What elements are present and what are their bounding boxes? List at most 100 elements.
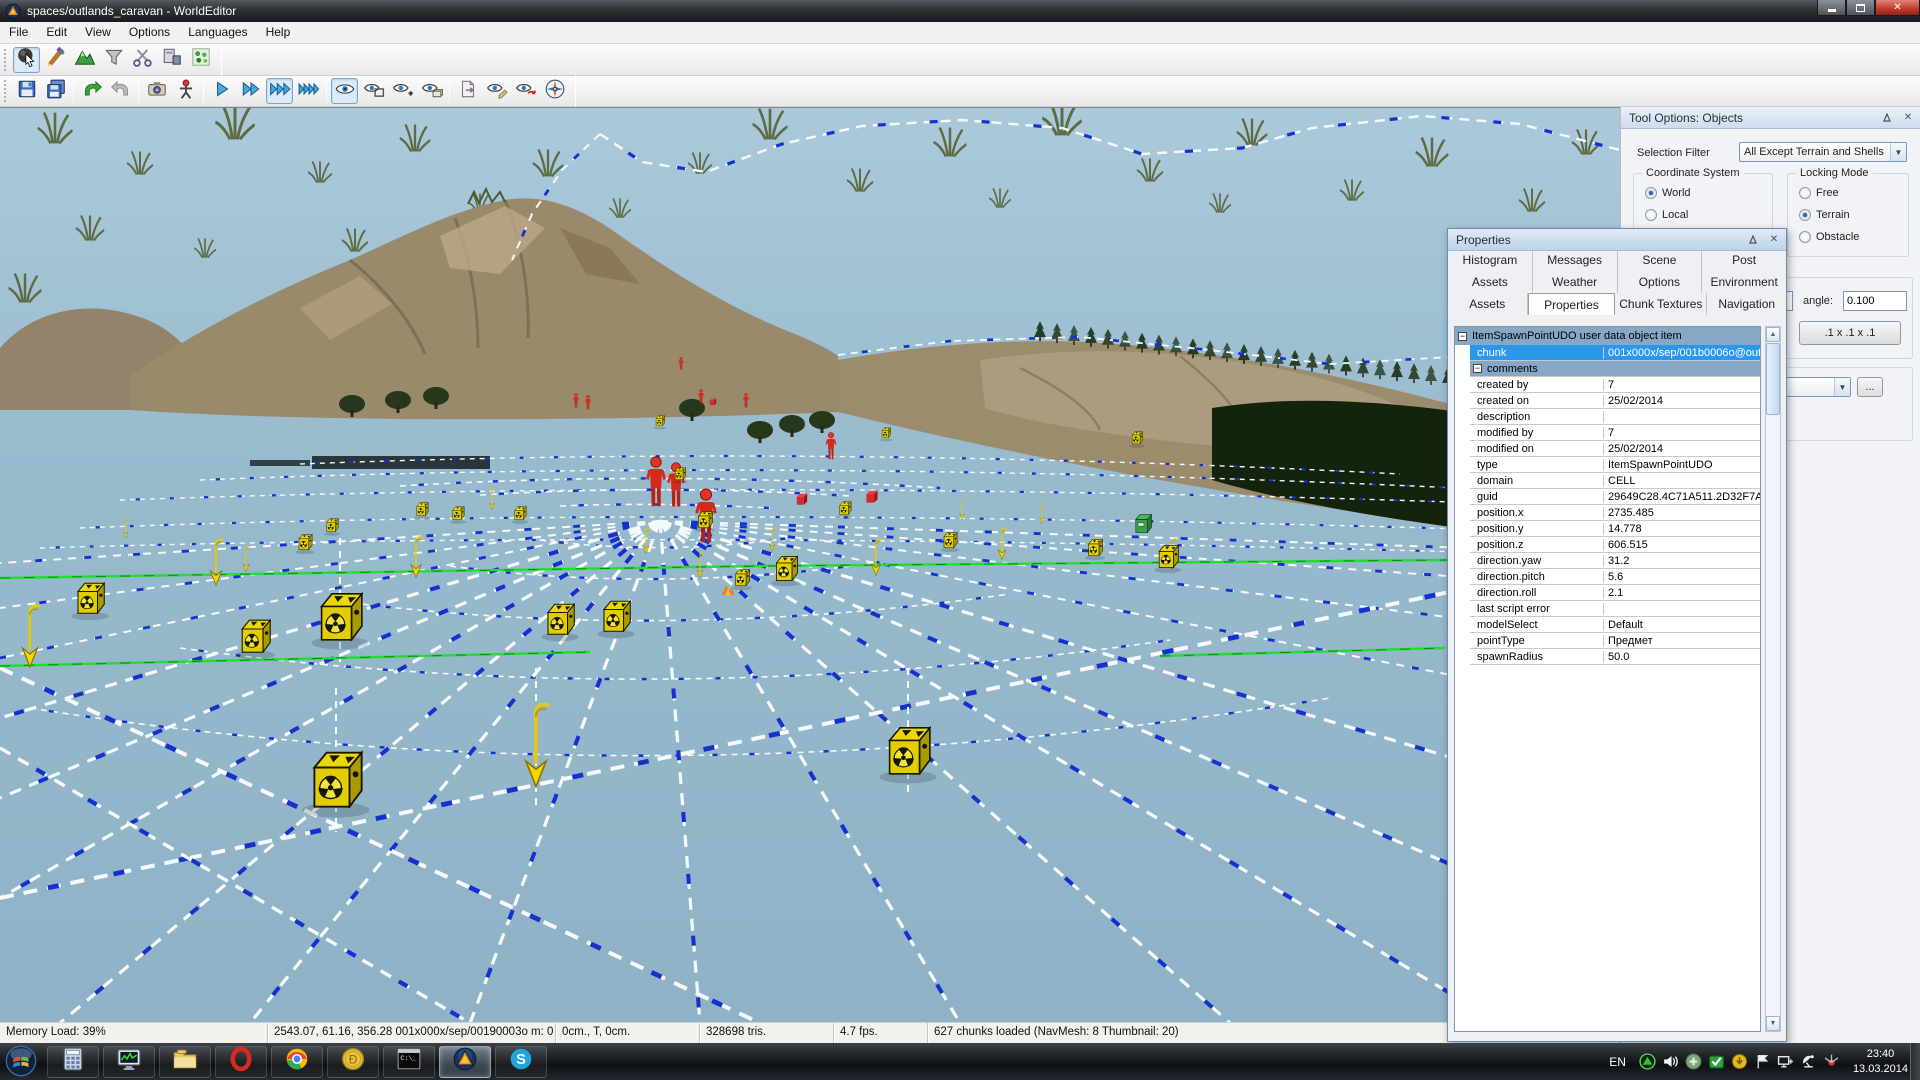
show-refresh-button[interactable] [512,78,539,104]
taskbar-app-chrome[interactable] [271,1046,323,1078]
radio-terrain[interactable]: Terrain [1799,209,1850,221]
tab-options[interactable]: Options [1618,271,1703,293]
close-icon[interactable]: ✕ [1899,110,1917,126]
row-spawnRadius[interactable]: spawnRadius50.0 [1455,649,1760,665]
row-description[interactable]: description [1455,409,1760,425]
minimize-button[interactable] [1817,0,1846,16]
row-position-y[interactable]: position.y14.778 [1455,521,1760,537]
export-page-button[interactable] [454,78,481,104]
tab-environment[interactable]: Environment [1702,271,1786,293]
property-value[interactable]: 7 [1604,379,1760,391]
row-modified-on[interactable]: modified on25/02/2014 [1455,441,1760,457]
show-objects-button[interactable] [331,78,358,104]
row-modelSelect[interactable]: modelSelectDefault [1455,617,1760,633]
tab-chunk-textures[interactable]: Chunk Textures [1615,293,1707,315]
brush-tool-button[interactable] [42,47,69,73]
chevron-down-icon[interactable]: ▼ [1834,378,1850,396]
property-value[interactable]: 29649C28.4C71A511.2D32F7A3 [1604,491,1761,503]
terrain-raise-tool-button[interactable] [71,47,98,73]
show-frames-button[interactable] [360,78,387,104]
tab-properties[interactable]: Properties [1528,293,1616,315]
property-value[interactable]: 2735.485 [1604,507,1760,519]
download-icon[interactable] [1730,1052,1749,1071]
menu-file[interactable]: File [0,22,37,43]
compass-button[interactable] [541,78,568,104]
scale-preset-button[interactable]: .1 x .1 x .1 [1799,321,1901,345]
satellite-icon[interactable] [1799,1052,1818,1071]
save-button[interactable] [13,78,40,104]
selection-filter-combo[interactable]: All Except Terrain and Shells ▼ [1739,142,1907,162]
vpn-icon[interactable] [1638,1052,1657,1071]
maximize-button[interactable] [1846,0,1875,16]
tab-scene[interactable]: Scene [1618,249,1703,271]
taskbar-app-skype[interactable]: S [495,1046,547,1078]
tab-navigation[interactable]: Navigation [1707,293,1786,315]
tab-assets[interactable]: Assets [1448,271,1533,293]
tab-assets[interactable]: Assets [1448,293,1528,315]
radio-free[interactable]: Free [1799,187,1839,199]
taskbar-app-coin[interactable]: Đ [327,1046,379,1078]
row-guid[interactable]: guid29649C28.4C71A511.2D32F7A3 [1455,489,1760,505]
row-modified-by[interactable]: modified by7 [1455,425,1760,441]
play-fastest-button[interactable] [295,78,322,104]
filter-tool-button[interactable] [100,47,127,73]
redo-button[interactable] [107,78,134,104]
collapse-icon[interactable]: − [1473,364,1482,373]
property-value[interactable]: CELL [1604,475,1760,487]
property-value[interactable]: 606.515 [1604,539,1760,551]
row-created-on[interactable]: created on25/02/2014 [1455,393,1760,409]
row-direction-pitch[interactable]: direction.pitch5.6 [1455,569,1760,585]
browse-button[interactable]: ... [1857,377,1883,397]
pin-icon[interactable] [1744,232,1762,248]
tab-histogram[interactable]: Histogram [1448,249,1533,271]
update-icon[interactable] [1684,1052,1703,1071]
property-value[interactable]: Предмет [1604,635,1760,647]
tab-post[interactable]: Post [1702,249,1786,271]
close-button[interactable]: ✕ [1875,0,1920,16]
taskbar-app-terminal[interactable]: C:\_ [383,1046,435,1078]
row-comments[interactable]: −comments [1455,361,1760,377]
play-slow-button[interactable] [208,78,235,104]
play-fast-button[interactable] [266,78,293,104]
properties-titlebar[interactable]: Properties ✕ [1448,229,1786,251]
property-value[interactable]: 25/02/2014 [1604,443,1760,455]
tab-messages[interactable]: Messages [1533,249,1618,271]
property-value[interactable]: Default [1604,619,1760,631]
property-value[interactable]: 25/02/2014 [1604,395,1760,407]
usb-icon[interactable] [1822,1052,1841,1071]
antivirus-icon[interactable] [1707,1052,1726,1071]
row-pointType[interactable]: pointTypeПредмет [1455,633,1760,649]
row-type[interactable]: typeItemSpawnPointUDO [1455,457,1760,473]
property-value[interactable]: 14.778 [1604,523,1760,535]
toolbar-grip[interactable] [3,49,8,71]
menu-view[interactable]: View [76,22,120,43]
properties-scrollbar[interactable]: ▲ ▼ [1765,326,1781,1032]
property-value[interactable]: 001x000x/sep/001b0006o@outl [1604,347,1761,359]
texture-tool-button[interactable] [158,47,185,73]
taskbar-app-task-manager[interactable] [103,1046,155,1078]
close-icon[interactable]: ✕ [1765,232,1783,248]
property-value[interactable]: 7 [1604,427,1760,439]
flag-icon[interactable] [1753,1052,1772,1071]
property-value[interactable]: 50.0 [1604,651,1760,663]
cut-tool-button[interactable] [129,47,156,73]
show-desktop-button[interactable] [1910,1043,1920,1080]
radio-obstacle[interactable]: Obstacle [1799,231,1859,243]
property-value[interactable]: 31.2 [1604,555,1760,567]
network-icon[interactable] [1776,1052,1795,1071]
taskbar-clock[interactable]: 23:40 13.03.2014 [1853,1047,1908,1077]
radio-world[interactable]: World [1645,187,1691,199]
show-edit-button[interactable] [483,78,510,104]
volume-icon[interactable] [1661,1052,1680,1071]
taskbar-app-opera[interactable] [215,1046,267,1078]
tool-options-header[interactable]: Tool Options: Objects ✕ [1621,107,1920,129]
row-position-x[interactable]: position.x2735.485 [1455,505,1760,521]
row-chunk[interactable]: chunk001x000x/sep/001b0006o@outl [1455,345,1760,361]
language-indicator[interactable]: EN [1609,1055,1626,1069]
actor-button[interactable] [172,78,199,104]
pin-icon[interactable] [1878,110,1896,126]
toolbar-grip[interactable] [3,80,8,102]
row-domain[interactable]: domainCELL [1455,473,1760,489]
viewport-3d-scene[interactable] [0,107,1620,1022]
scroll-up-icon[interactable]: ▲ [1766,327,1780,342]
